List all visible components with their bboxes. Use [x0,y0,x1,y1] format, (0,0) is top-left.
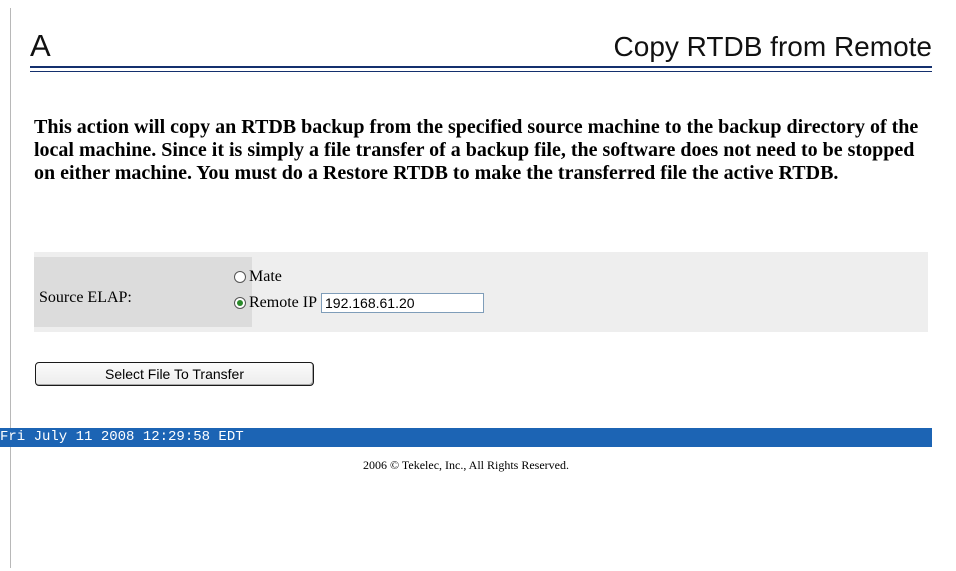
select-file-button[interactable]: Select File To Transfer [35,362,314,386]
left-border [10,8,11,568]
status-datetime: Fri July 11 2008 12:29:58 EDT [0,429,244,445]
header-divider-thin [30,71,932,72]
page-header: A Copy RTDB from Remote [30,20,932,64]
mate-label: Mate [249,268,282,285]
remote-ip-radio[interactable] [234,297,246,309]
remote-ip-label: Remote IP [249,294,317,311]
source-elap-label-cell: Source ELAP: [34,257,252,327]
source-elap-panel: Source ELAP: [34,252,928,332]
remote-ip-option[interactable]: Remote IP [234,293,484,313]
copyright-notice: 2006 © Tekelec, Inc., All Rights Reserve… [362,458,569,472]
header-letter: A [30,28,51,63]
mate-option[interactable]: Mate [234,267,282,287]
header-divider [30,66,932,68]
remote-ip-input[interactable] [321,293,484,313]
page-title: Copy RTDB from Remote [613,31,932,62]
action-description: This action will copy an RTDB backup fro… [34,116,919,184]
status-bar: Fri July 11 2008 12:29:58 EDT [0,428,932,447]
source-elap-label: Source ELAP: [39,289,132,306]
mate-radio[interactable] [234,271,246,283]
